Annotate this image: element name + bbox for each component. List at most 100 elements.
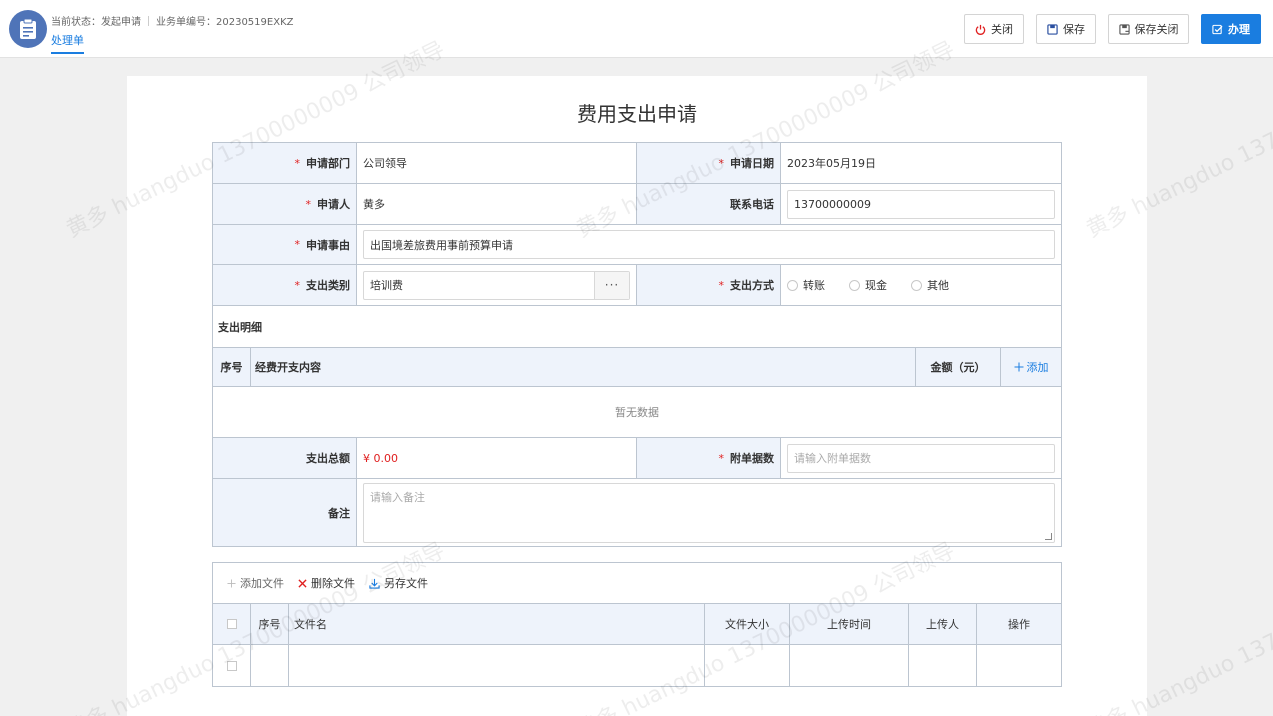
file-table-row — [213, 645, 1061, 686]
file-cell-no — [251, 645, 289, 686]
close-button[interactable]: 关闭 — [964, 14, 1024, 44]
detail-col-no: 序号 — [213, 348, 251, 386]
radio-circle — [787, 279, 798, 291]
required-mark: * — [294, 156, 301, 170]
row-remark: 备注 请输入备注 — [213, 479, 1061, 546]
total-label: 支出总额 — [213, 438, 357, 478]
handle-button-label: 办理 — [1228, 23, 1250, 36]
row-dept-date: * 申请部门 公司领导 * 申请日期 2023年05月19日 — [213, 143, 1061, 184]
add-detail-button[interactable]: 添加 — [1001, 348, 1061, 386]
reason-input[interactable]: 出国境差旅费用事前预算申请 — [363, 230, 1055, 259]
current-status: 当前状态：发起申请 — [51, 17, 141, 28]
row-checkbox[interactable] — [226, 660, 237, 671]
applicant-value: 黄多 — [357, 184, 637, 224]
dept-label: * 申请部门 — [213, 143, 357, 183]
delete-file-button[interactable]: 删除文件 — [298, 575, 355, 591]
close-button-label: 关闭 — [991, 23, 1013, 36]
attachments-panel: 添加文件 删除文件 另存文件 序号 文件名 文件大小 上传时间 上传人 操作 — [212, 562, 1062, 687]
save-button-label: 保存 — [1063, 23, 1085, 36]
delete-x-icon — [298, 578, 307, 588]
category-value: 培训费 — [370, 279, 403, 292]
remark-label: 备注 — [213, 479, 357, 546]
add-file-label: 添加文件 — [240, 577, 284, 590]
applicant-label: * 申请人 — [213, 184, 357, 224]
attach-input[interactable]: 请输入附单据数 — [787, 443, 1055, 473]
remark-cell: 请输入备注 — [357, 479, 1061, 546]
date-value: 2023年05月19日 — [787, 157, 876, 170]
row-total-attach: 支出总额 ¥ 0.00 * 附单据数 请输入附单据数 — [213, 438, 1061, 479]
category-select[interactable]: 培训费 ··· — [363, 270, 630, 300]
phone-cell: 13700000009 — [781, 184, 1061, 224]
file-col-time: 上传时间 — [790, 604, 909, 644]
file-cell-action — [977, 645, 1061, 686]
save-close-button-label: 保存关闭 — [1134, 23, 1179, 36]
resize-grip[interactable] — [1045, 532, 1052, 540]
attach-label: * 附单据数 — [637, 438, 781, 478]
attach-label-text: 附单据数 — [730, 452, 774, 465]
method-options: 转账 现金 其他 — [781, 265, 1061, 305]
file-cell-size — [705, 645, 790, 686]
dept-label-text: 申请部门 — [306, 157, 350, 170]
phone-label: 联系电话 — [637, 184, 781, 224]
clipboard-icon — [9, 10, 47, 48]
status-line: 当前状态：发起申请 业务单编号：20230519EXKZ — [51, 13, 293, 28]
file-col-name: 文件名 — [289, 604, 705, 644]
save-close-icon — [1118, 23, 1130, 35]
required-mark: * — [718, 278, 725, 292]
save-button[interactable]: 保存 — [1036, 14, 1096, 44]
row-check-cell — [213, 645, 251, 686]
radio-other[interactable]: 其他 — [911, 277, 949, 293]
row-applicant-phone: * 申请人 黄多 联系电话 13700000009 — [213, 184, 1061, 225]
required-mark: * — [718, 451, 725, 465]
required-mark: * — [305, 197, 312, 211]
date-label-text: 申请日期 — [730, 157, 774, 170]
required-mark: * — [294, 278, 301, 292]
required-mark: * — [294, 238, 301, 251]
reason-label-text: 申请事由 — [306, 238, 350, 252]
file-cell-name — [289, 645, 705, 686]
detail-col-amount: 金额（元） — [916, 348, 1001, 386]
file-cell-time — [790, 645, 909, 686]
file-col-uploader: 上传人 — [909, 604, 977, 644]
remark-placeholder: 请输入备注 — [370, 490, 425, 504]
power-icon — [975, 24, 986, 35]
save-as-file-button[interactable]: 另存文件 — [369, 575, 428, 591]
attach-cell: 请输入附单据数 — [781, 438, 1061, 478]
top-bar: 当前状态：发起申请 业务单编号：20230519EXKZ 处理单 关闭 保存 保存… — [0, 0, 1273, 58]
category-label: * 支出类别 — [213, 265, 357, 305]
total-value: ¥ 0.00 — [357, 438, 637, 478]
handle-button[interactable]: 办理 — [1201, 14, 1261, 44]
radio-cash-label: 现金 — [865, 279, 887, 292]
tab-process-form[interactable]: 处理单 — [51, 32, 84, 54]
radio-transfer-label: 转账 — [803, 279, 825, 292]
radio-transfer[interactable]: 转账 — [787, 277, 825, 293]
detail-empty-row: 暂无数据 — [213, 387, 1061, 438]
detail-empty-text: 暂无数据 — [615, 406, 659, 419]
method-label: * 支出方式 — [637, 265, 781, 305]
select-all-checkbox[interactable] — [226, 619, 237, 629]
add-detail-label: 添加 — [1026, 361, 1049, 374]
radio-circle — [849, 279, 860, 291]
row-reason: * 申请事由 出国境差旅费用事前预算申请 — [213, 225, 1061, 265]
category-cell: 培训费 ··· — [357, 265, 637, 305]
method-label-text: 支出方式 — [730, 279, 774, 292]
file-toolbar: 添加文件 删除文件 另存文件 — [213, 563, 1061, 604]
form-title: 费用支出申请 — [577, 102, 697, 126]
reason-cell: 出国境差旅费用事前预算申请 — [357, 225, 1061, 264]
download-icon — [369, 578, 380, 589]
floppy-icon — [1047, 23, 1058, 35]
radio-cash[interactable]: 现金 — [849, 277, 887, 293]
add-file-button[interactable]: 添加文件 — [227, 575, 284, 591]
file-cell-uploader — [909, 645, 977, 686]
phone-input[interactable]: 13700000009 — [787, 189, 1055, 219]
applicant-label-text: 申请人 — [317, 198, 350, 211]
save-close-button[interactable]: 保存关闭 — [1108, 14, 1189, 44]
expense-form: * 申请部门 公司领导 * 申请日期 2023年05月19日 * 申请人 黄多 联系电… — [212, 142, 1062, 547]
row-detail-section: 支出明细 — [213, 306, 1061, 348]
more-options-button[interactable]: ··· — [594, 271, 629, 299]
file-table-header: 序号 文件名 文件大小 上传时间 上传人 操作 — [213, 604, 1061, 645]
select-all-cell — [213, 604, 251, 644]
remark-textarea[interactable]: 请输入备注 — [363, 482, 1055, 543]
detail-header-row: 序号 经费开支内容 金额（元） 添加 — [213, 348, 1061, 387]
plus-icon — [227, 578, 236, 588]
